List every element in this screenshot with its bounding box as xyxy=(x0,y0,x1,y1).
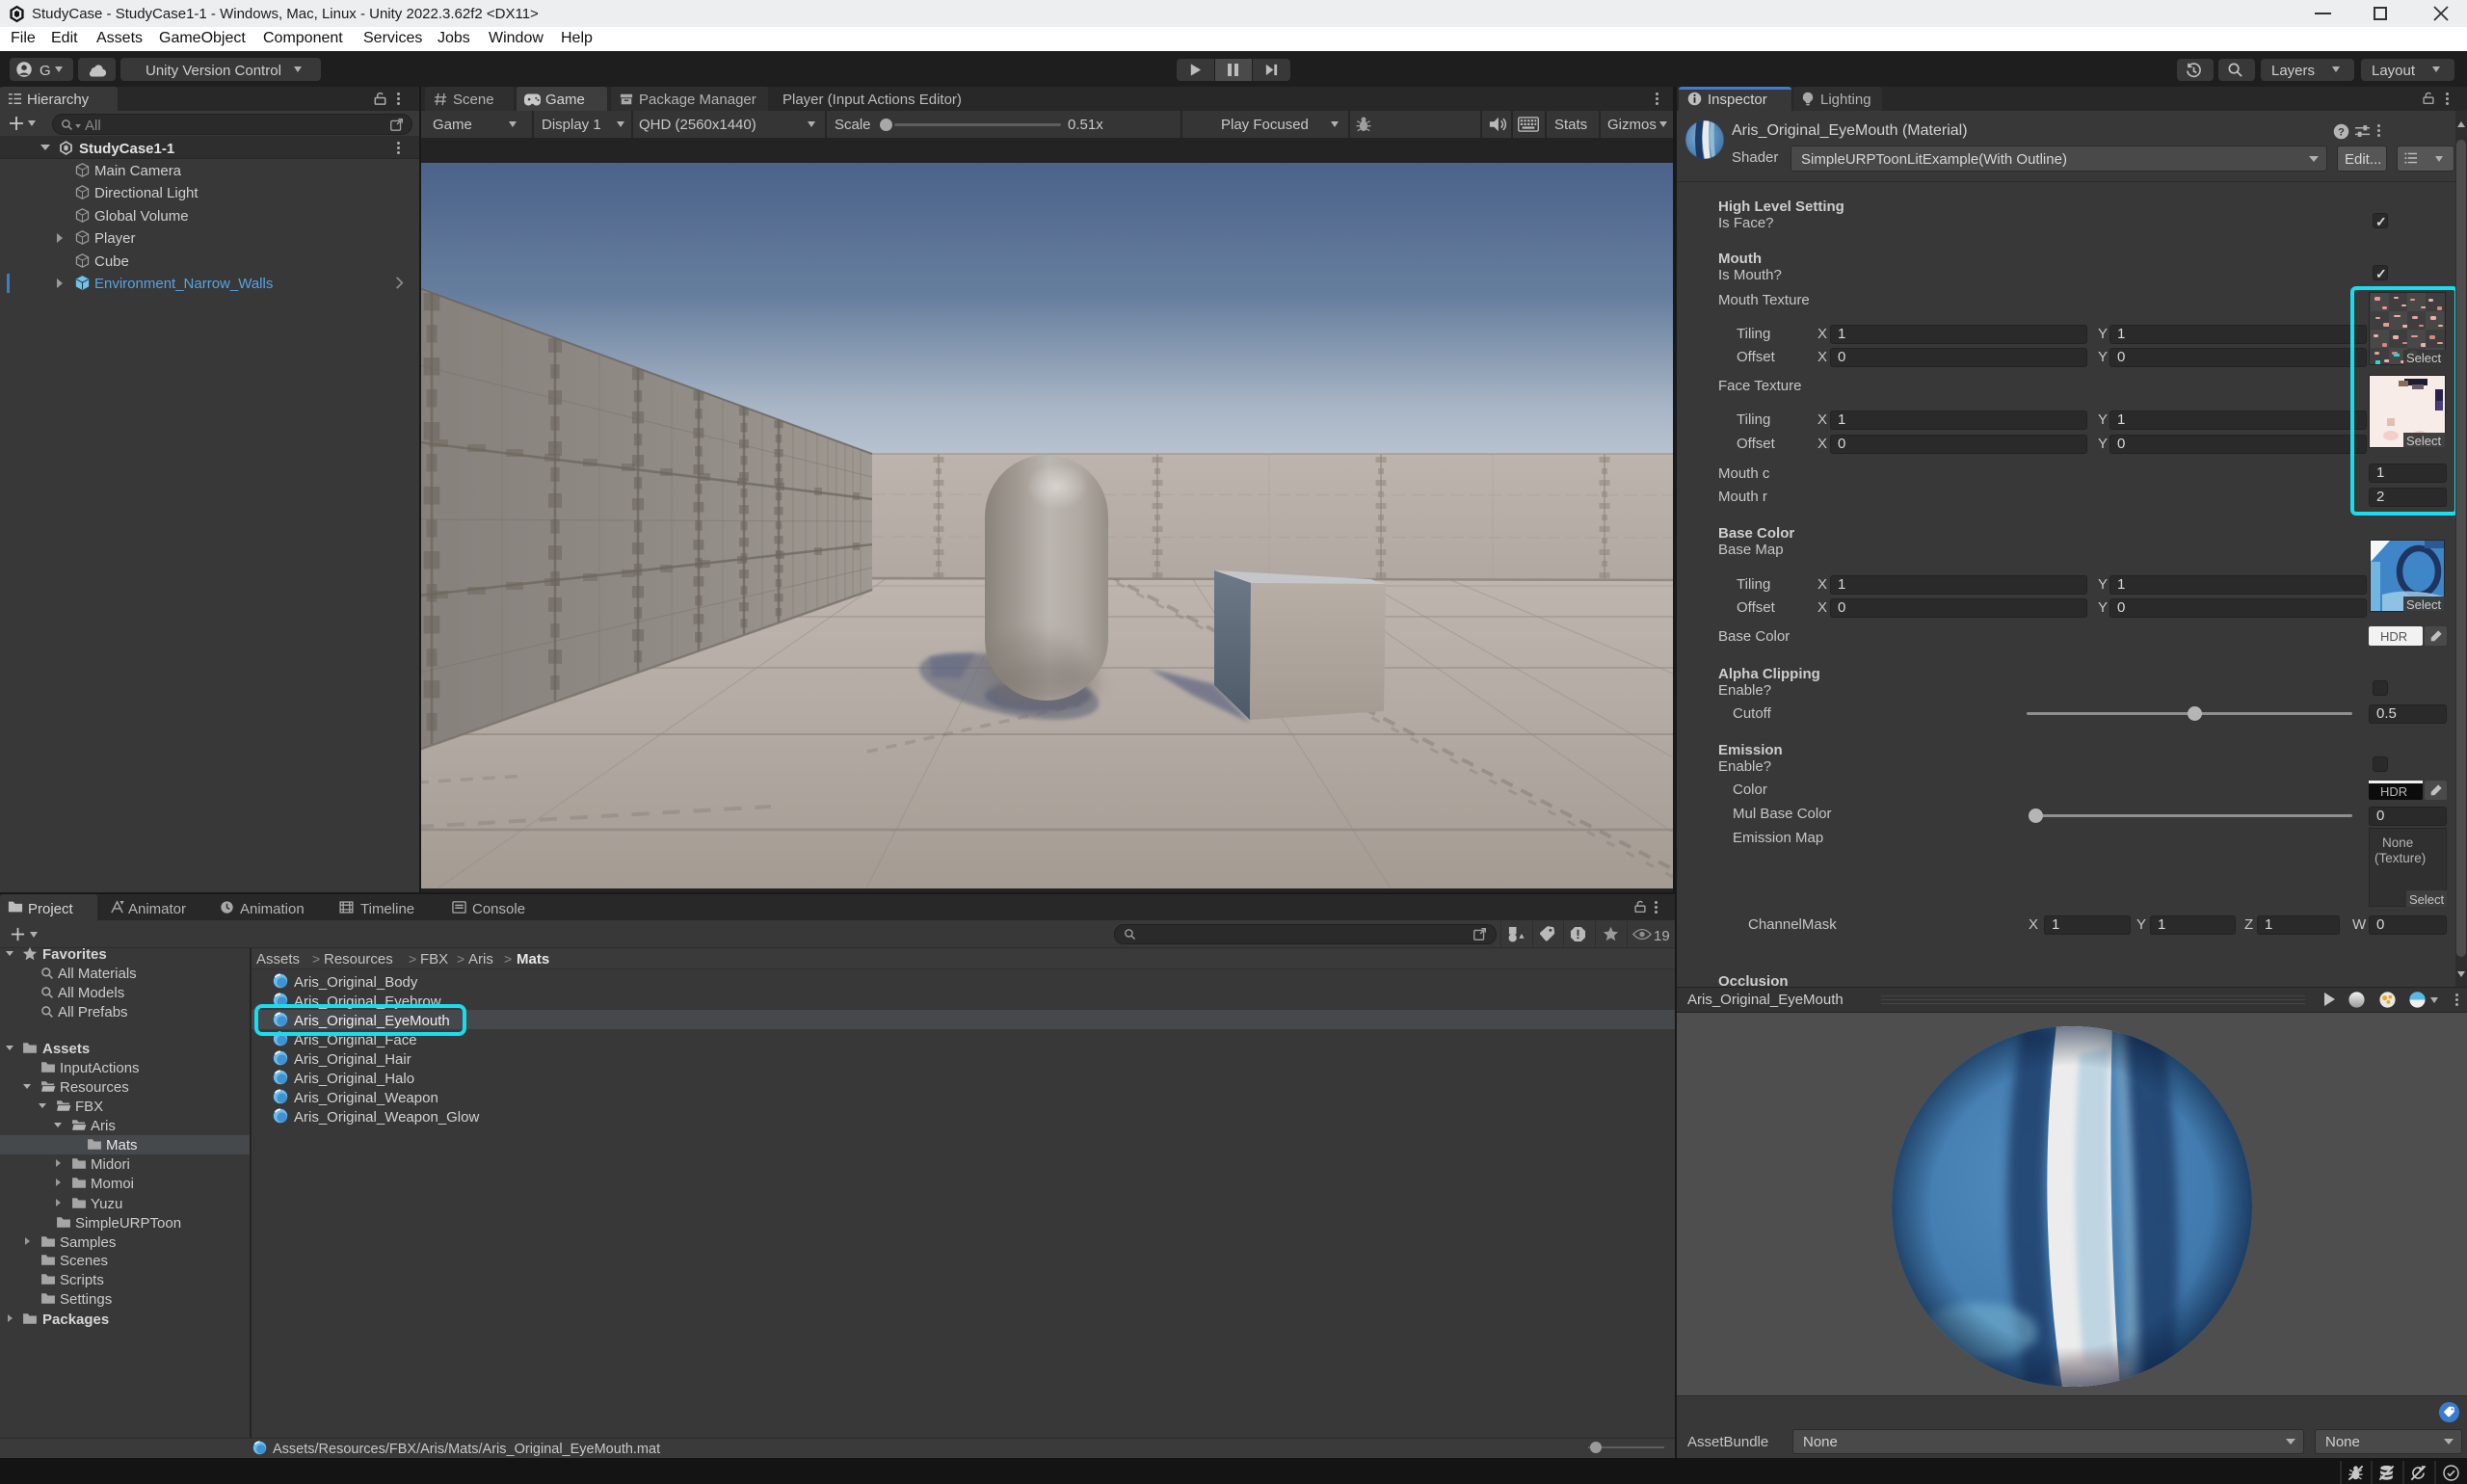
svg-text:?: ? xyxy=(2338,126,2345,138)
